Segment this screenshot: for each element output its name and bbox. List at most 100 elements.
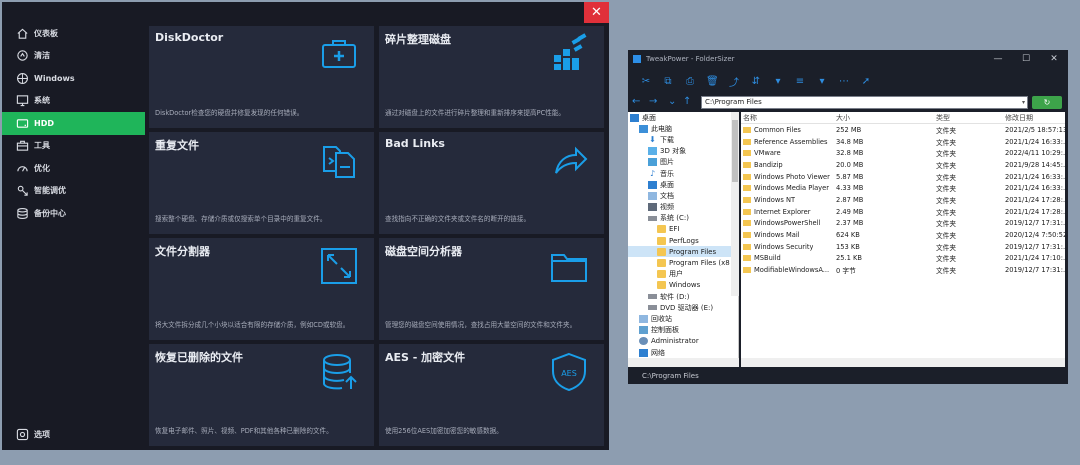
table-row[interactable]: Windows Photo Viewer 5.87 MB 文件夹 2021/1/24 … <box>741 171 1065 183</box>
table-row[interactable]: Common Files 252 MB 文件夹 2021/2/5 18:57:13 <box>741 124 1065 136</box>
address-input[interactable]: C:\Program Files ▾ <box>701 96 1028 109</box>
table-row[interactable]: Windows Media Player 4.33 MB 文件夹 2021/1/24 … <box>741 182 1065 194</box>
column-header-name[interactable]: 名称 <box>741 113 834 123</box>
refresh-button[interactable]: ↻ <box>1032 96 1062 109</box>
delete-icon[interactable]: 🗑 <box>706 76 719 87</box>
duplicate-files-icon <box>318 139 360 181</box>
tree-item[interactable]: EFI <box>628 224 738 235</box>
cut-icon[interactable]: ✂ <box>640 76 652 87</box>
tree-item[interactable]: DVD 驱动器 (E:) <box>628 302 738 313</box>
folder-sizer-window: TweakPower - FolderSizer — ☐ ✕ ✂ ⧉ ⎙ 🗑 ⤴ ⇵ ▾ ≡ ▾ ⋯ ➚… <box>628 50 1068 384</box>
view-dropdown-icon[interactable]: ▾ <box>816 76 828 87</box>
tree-item[interactable]: ♪ 音乐 <box>628 168 738 179</box>
tool-card[interactable]: 恢复已删除的文件 恢复电子邮件、照片、视频、PDF和其他各种已删除的文件。 <box>149 344 374 446</box>
tree-item[interactable]: 桌面 <box>628 179 738 190</box>
tree-item[interactable]: 网络 <box>628 347 738 358</box>
tree-item[interactable]: 图片 <box>628 157 738 168</box>
forward-arrow-icon[interactable]: → <box>649 96 657 107</box>
tool-card[interactable]: AES - 加密文件 AES 使用256位AES加密加密您的敏感数据。 <box>379 344 604 446</box>
tree-item[interactable]: Program Files <box>628 246 738 258</box>
tree-item-label: 软件 (D:) <box>660 292 690 301</box>
sidebar-item-工具[interactable]: 工具 <box>2 135 145 158</box>
tree-horizontal-scrollbar[interactable] <box>628 358 739 367</box>
list-horizontal-scrollbar[interactable] <box>741 358 1065 367</box>
tree-scrollbar[interactable] <box>731 112 739 296</box>
folder-icon <box>743 267 751 274</box>
table-row[interactable]: ModifiableWindowsA... 0 字节 文件夹 2019/12/7 17… <box>741 264 1065 276</box>
print-icon[interactable]: ⎙ <box>684 76 696 87</box>
column-header-type[interactable]: 类型 <box>934 113 1003 123</box>
sidebar-item-智能调优[interactable]: 智能调优 <box>2 180 145 203</box>
minimize-button[interactable]: — <box>984 50 1012 68</box>
tree-item[interactable]: 控制面板 <box>628 325 738 336</box>
sidebar-item-备份中心[interactable]: 备份中心 <box>2 202 145 225</box>
copy-icon[interactable]: ⧉ <box>662 76 674 87</box>
card-description: 搜索整个硬盘、存储介质或仅搜索单个目录中的重复文件。 <box>155 215 327 223</box>
folder-icon <box>743 232 751 239</box>
sidebar-item-仪表板[interactable]: 仪表板 <box>2 22 145 45</box>
tool-card[interactable]: 磁盘空间分析器 管理您的磁盘空间使用情况，查找占用大量空间的文件和文件夹。 <box>379 238 604 340</box>
sidebar: 仪表板 清洁 Windows 系统 HDD 工具 优化 智能调优 备份中心 <box>2 22 145 225</box>
tree-item[interactable]: 系统 (C:) <box>628 213 738 224</box>
table-row[interactable]: Windows NT 2.87 MB 文件夹 2021/1/24 17:28:... <box>741 194 1065 206</box>
card-description: 查找指向不正确的文件夹或文件名的断开的链接。 <box>385 215 531 223</box>
table-row[interactable]: Windows Security 153 KB 文件夹 2019/12/7 17:31… <box>741 241 1065 253</box>
sidebar-item-options[interactable]: 选项 <box>2 423 145 446</box>
desk-icon <box>630 113 639 122</box>
sidebar-item-hdd[interactable]: HDD <box>2 112 145 135</box>
tree-item[interactable]: 回收站 <box>628 313 738 324</box>
view-icon[interactable]: ≡ <box>794 76 806 87</box>
dl-icon: ⬇ <box>649 134 656 144</box>
tree-item[interactable]: Program Files (x8 <box>628 257 738 268</box>
sort-icon[interactable]: ⇵ <box>750 76 762 87</box>
tool-card[interactable]: DiskDoctor DiskDoctor检查您的硬盘并修复发现的任何错误。 <box>149 26 374 128</box>
close-button[interactable]: ✕ <box>584 2 609 23</box>
gauge-icon <box>15 161 29 175</box>
tree-item[interactable]: 软件 (D:) <box>628 291 738 302</box>
column-header-date[interactable]: 修改日期 <box>1003 113 1065 123</box>
tool-card[interactable]: 重复文件 搜索整个硬盘、存储介质或仅搜索单个目录中的重复文件。 <box>149 132 374 234</box>
column-header-size[interactable]: 大小 <box>834 113 934 123</box>
card-title: Bad Links <box>385 137 445 150</box>
more-icon[interactable]: ⋯ <box>838 76 850 87</box>
history-dropdown-icon[interactable]: ⌄ <box>668 96 676 107</box>
sidebar-item-清洁[interactable]: 清洁 <box>2 45 145 68</box>
drive-icon <box>648 305 657 311</box>
tree-item[interactable]: PerfLogs <box>628 235 738 246</box>
window-title: TweakPower - FolderSizer <box>646 55 735 63</box>
tree-item[interactable]: 文档 <box>628 190 738 201</box>
table-row[interactable]: Windows Mail 624 KB 文件夹 2020/12/4 7:50:52 <box>741 229 1065 241</box>
tree-item[interactable]: Windows <box>628 280 738 291</box>
table-row[interactable]: Internet Explorer 2.49 MB 文件夹 2021/1/24 17:… <box>741 206 1065 218</box>
sidebar-item-优化[interactable]: 优化 <box>2 157 145 180</box>
app-icon <box>633 55 641 63</box>
export-icon[interactable]: ⤴ <box>728 74 740 89</box>
toolbox-icon <box>15 139 29 153</box>
tree-item[interactable]: 此电脑 <box>628 123 738 134</box>
sidebar-item-windows[interactable]: Windows <box>2 67 145 90</box>
tree-item[interactable]: 桌面 <box>628 112 738 123</box>
table-row[interactable]: Reference Assemblies 34.8 MB 文件夹 2021/1/24 … <box>741 136 1065 148</box>
tree-item[interactable]: ⬇ 下载 <box>628 134 738 145</box>
table-row[interactable]: MSBuild 25.1 KB 文件夹 2021/1/24 17:10:... <box>741 253 1065 265</box>
tree-item[interactable]: Administrator <box>628 336 738 347</box>
tree-item[interactable]: 视频 <box>628 202 738 213</box>
tree-item[interactable]: 3D 对象 <box>628 146 738 157</box>
tree-item-label: 用户 <box>669 270 683 279</box>
tool-card[interactable]: 碎片整理磁盘 通过对磁盘上的文件进行碎片整理和重新排序来提高PC性能。 <box>379 26 604 128</box>
table-row[interactable]: VMware 32.8 MB 文件夹 2022/4/11 10:29:... <box>741 147 1065 159</box>
sort-dropdown-icon[interactable]: ▾ <box>772 76 784 87</box>
up-arrow-icon[interactable]: ↑ <box>683 96 691 107</box>
chevron-down-icon[interactable]: ▾ <box>1022 97 1025 108</box>
tool-card[interactable]: Bad Links 查找指向不正确的文件夹或文件名的断开的链接。 <box>379 132 604 234</box>
close-button[interactable]: ✕ <box>1040 50 1068 68</box>
table-row[interactable]: WindowsPowerShell 2.37 MB 文件夹 2019/12/7 17:… <box>741 218 1065 230</box>
tree-item[interactable]: 用户 <box>628 269 738 280</box>
share-icon[interactable]: ➚ <box>860 76 872 87</box>
back-arrow-icon[interactable]: ← <box>632 96 640 107</box>
table-row[interactable]: Bandizip 20.0 MB 文件夹 2021/9/28 14:45:... <box>741 159 1065 171</box>
maximize-button[interactable]: ☐ <box>1012 50 1040 68</box>
tool-card[interactable]: 文件分割器 将大文件拆分成几个小块以适合有限的存储介质，例如CD或软盘。 <box>149 238 374 340</box>
smart-tune-icon <box>15 184 29 198</box>
sidebar-item-系统[interactable]: 系统 <box>2 90 145 113</box>
